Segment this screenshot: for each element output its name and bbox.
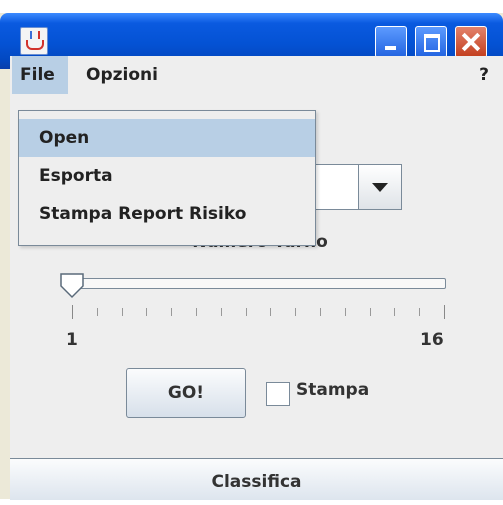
- go-button[interactable]: GO!: [126, 368, 246, 418]
- slider-tick: [444, 305, 445, 319]
- slider-tick: [270, 308, 272, 316]
- slider-tick: [146, 308, 148, 316]
- slider-tick: [171, 308, 173, 316]
- menu-help[interactable]: ?: [471, 56, 497, 94]
- slider-tick: [344, 308, 346, 316]
- stampa-checkbox-label[interactable]: Stampa: [296, 380, 369, 400]
- chevron-down-icon[interactable]: [358, 165, 401, 209]
- slider-tick: [121, 308, 123, 316]
- slider-tick: [369, 308, 371, 316]
- slider-tick: [220, 308, 222, 316]
- slider-tick: [394, 308, 396, 316]
- slider-tick: [72, 305, 73, 319]
- menu-opzioni[interactable]: Opzioni: [78, 56, 166, 94]
- slider-tick: [295, 308, 297, 316]
- slider-min-label: 1: [66, 330, 78, 350]
- maximize-icon[interactable]: [415, 26, 447, 58]
- file-menu-popup: Open Esporta Stampa Report Risiko: [18, 110, 316, 246]
- close-icon[interactable]: [455, 26, 487, 58]
- menu-item-esporta[interactable]: Esporta: [19, 157, 315, 195]
- slider-tick: [245, 308, 247, 316]
- menu-item-open[interactable]: Open: [19, 119, 315, 157]
- menu-bar: File Opzioni ?: [10, 56, 503, 94]
- java-icon: [20, 27, 48, 55]
- slider-ticks: [70, 305, 450, 322]
- menu-item-stampa-report[interactable]: Stampa Report Risiko: [19, 195, 315, 233]
- slider-tick: [419, 308, 421, 316]
- slider-thumb[interactable]: [58, 272, 86, 300]
- slider-max-label: 16: [420, 330, 444, 350]
- slider-track[interactable]: [72, 278, 446, 289]
- menu-file[interactable]: File: [12, 56, 68, 94]
- classifica-button[interactable]: Classifica: [10, 458, 503, 500]
- slider-tick: [320, 308, 321, 316]
- minimize-icon[interactable]: [375, 26, 407, 58]
- slider-tick: [196, 308, 197, 316]
- stampa-checkbox[interactable]: [266, 382, 290, 406]
- slider-tick: [96, 308, 98, 316]
